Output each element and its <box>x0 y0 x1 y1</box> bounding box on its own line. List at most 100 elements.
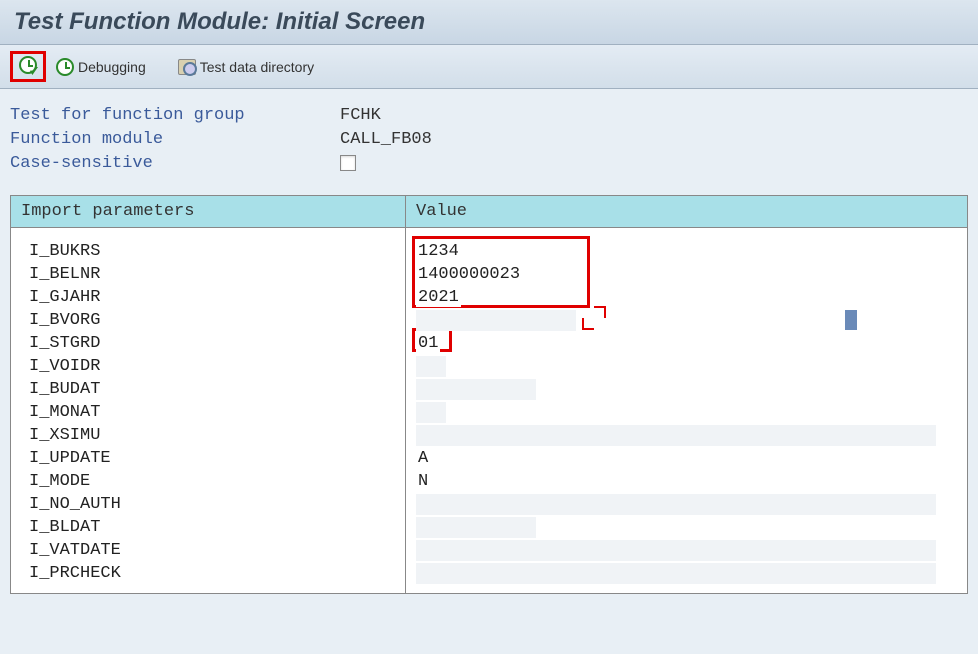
table-row: I_XSIMU <box>29 424 395 447</box>
highlight-execute <box>10 51 46 82</box>
toolbar: Debugging Test data directory <box>0 45 978 89</box>
page-title: Test Function Module: Initial Screen <box>14 8 964 36</box>
table-row: 1400000023 <box>416 263 957 286</box>
function-group-label: Test for function group <box>10 106 340 125</box>
table-row: I_BVORG <box>29 309 395 332</box>
param-value-field[interactable]: 01 <box>416 332 957 355</box>
values-column: 1234 1400000023 2021 01 AN <box>406 228 967 593</box>
table-row <box>416 539 957 562</box>
table-row: I_BUKRS <box>29 240 395 263</box>
param-value-field[interactable]: A <box>416 447 957 470</box>
table-row: I_VOIDR <box>29 355 395 378</box>
empty-field-shade <box>416 356 446 377</box>
empty-field-shade <box>416 425 936 446</box>
function-module-value: CALL_FB08 <box>340 130 432 149</box>
table-row: I_MODE <box>29 470 395 493</box>
table-row <box>416 378 957 401</box>
table-row: I_PRCHECK <box>29 562 395 585</box>
empty-field-shade <box>416 540 936 561</box>
param-value-field[interactable] <box>416 516 957 539</box>
table-row: A <box>416 447 957 470</box>
debugging-button[interactable]: Debugging <box>52 56 150 78</box>
function-group-value: FCHK <box>340 106 381 125</box>
header-value: Value <box>406 196 967 227</box>
param-value-field[interactable] <box>416 539 957 562</box>
table-row <box>416 562 957 585</box>
table-row <box>416 309 957 332</box>
info-area: Test for function group FCHK Function mo… <box>0 89 978 195</box>
clock-check-icon <box>19 56 37 74</box>
title-bar: Test Function Module: Initial Screen <box>0 0 978 45</box>
param-name: I_NO_AUTH <box>29 495 395 514</box>
names-column: I_BUKRS I_BELNR I_GJAHR I_BVORG I_STGRD I_VOI… <box>11 228 406 593</box>
param-value: 2021 <box>416 288 461 307</box>
param-value-field[interactable] <box>416 424 957 447</box>
param-name: I_BVORG <box>29 311 395 330</box>
table-row: I_UPDATE <box>29 447 395 470</box>
empty-field-shade <box>416 310 576 331</box>
param-name: I_STGRD <box>29 334 395 353</box>
table-row: 1234 <box>416 240 957 263</box>
param-value: A <box>416 449 430 468</box>
param-value-field[interactable] <box>416 401 957 424</box>
table-row <box>416 401 957 424</box>
table-row: I_BLDAT <box>29 516 395 539</box>
param-value-field[interactable] <box>416 378 957 401</box>
empty-field-shade <box>416 402 446 423</box>
function-module-label: Function module <box>10 130 340 149</box>
clock-icon <box>56 58 74 76</box>
param-value-field[interactable]: N <box>416 470 957 493</box>
table-row: I_GJAHR <box>29 286 395 309</box>
param-name: I_BLDAT <box>29 518 395 537</box>
param-name: I_XSIMU <box>29 426 395 445</box>
case-sensitive-label: Case-sensitive <box>10 154 340 173</box>
table-row: I_STGRD <box>29 332 395 355</box>
execute-button[interactable] <box>15 54 41 76</box>
param-value: N <box>416 472 430 491</box>
header-import-params: Import parameters <box>11 196 406 227</box>
param-value: 1400000023 <box>416 265 522 284</box>
param-value-field[interactable] <box>416 562 957 585</box>
empty-field-shade <box>416 563 936 584</box>
param-value-field[interactable] <box>416 493 957 516</box>
table-row <box>416 424 957 447</box>
param-value-field[interactable]: 1400000023 <box>416 263 957 286</box>
param-name: I_MODE <box>29 472 395 491</box>
param-value: 01 <box>416 334 440 353</box>
param-value-field[interactable] <box>416 309 957 332</box>
empty-field-shade <box>416 517 536 538</box>
empty-field-shade <box>416 379 536 400</box>
table-row: 2021 <box>416 286 957 309</box>
table-row: I_BUDAT <box>29 378 395 401</box>
table-row: I_VATDATE <box>29 539 395 562</box>
param-name: I_GJAHR <box>29 288 395 307</box>
param-name: I_VOIDR <box>29 357 395 376</box>
param-value: 1234 <box>416 242 461 261</box>
param-name: I_BUKRS <box>29 242 395 261</box>
table-row: I_NO_AUTH <box>29 493 395 516</box>
empty-field-shade <box>416 494 936 515</box>
table-row: I_MONAT <box>29 401 395 424</box>
table-row: N <box>416 470 957 493</box>
test-dir-label: Test data directory <box>200 59 314 75</box>
param-name: I_MONAT <box>29 403 395 422</box>
param-value-field[interactable]: 2021 <box>416 286 957 309</box>
param-name: I_PRCHECK <box>29 564 395 583</box>
parameters-table: Import parameters Value I_BUKRSI_BELNRI_… <box>10 195 968 594</box>
param-name: I_BELNR <box>29 265 395 284</box>
table-row <box>416 493 957 516</box>
table-header: Import parameters Value <box>11 196 967 228</box>
table-row <box>416 355 957 378</box>
param-name: I_BUDAT <box>29 380 395 399</box>
table-row <box>416 516 957 539</box>
test-data-directory-button[interactable]: Test data directory <box>174 57 318 77</box>
table-row: 01 <box>416 332 957 355</box>
folder-search-icon <box>178 59 196 75</box>
table-row: I_BELNR <box>29 263 395 286</box>
param-value-field[interactable] <box>416 355 957 378</box>
param-name: I_VATDATE <box>29 541 395 560</box>
param-name: I_UPDATE <box>29 449 395 468</box>
debugging-label: Debugging <box>78 59 146 75</box>
param-value-field[interactable]: 1234 <box>416 240 957 263</box>
case-sensitive-checkbox[interactable] <box>340 155 356 171</box>
